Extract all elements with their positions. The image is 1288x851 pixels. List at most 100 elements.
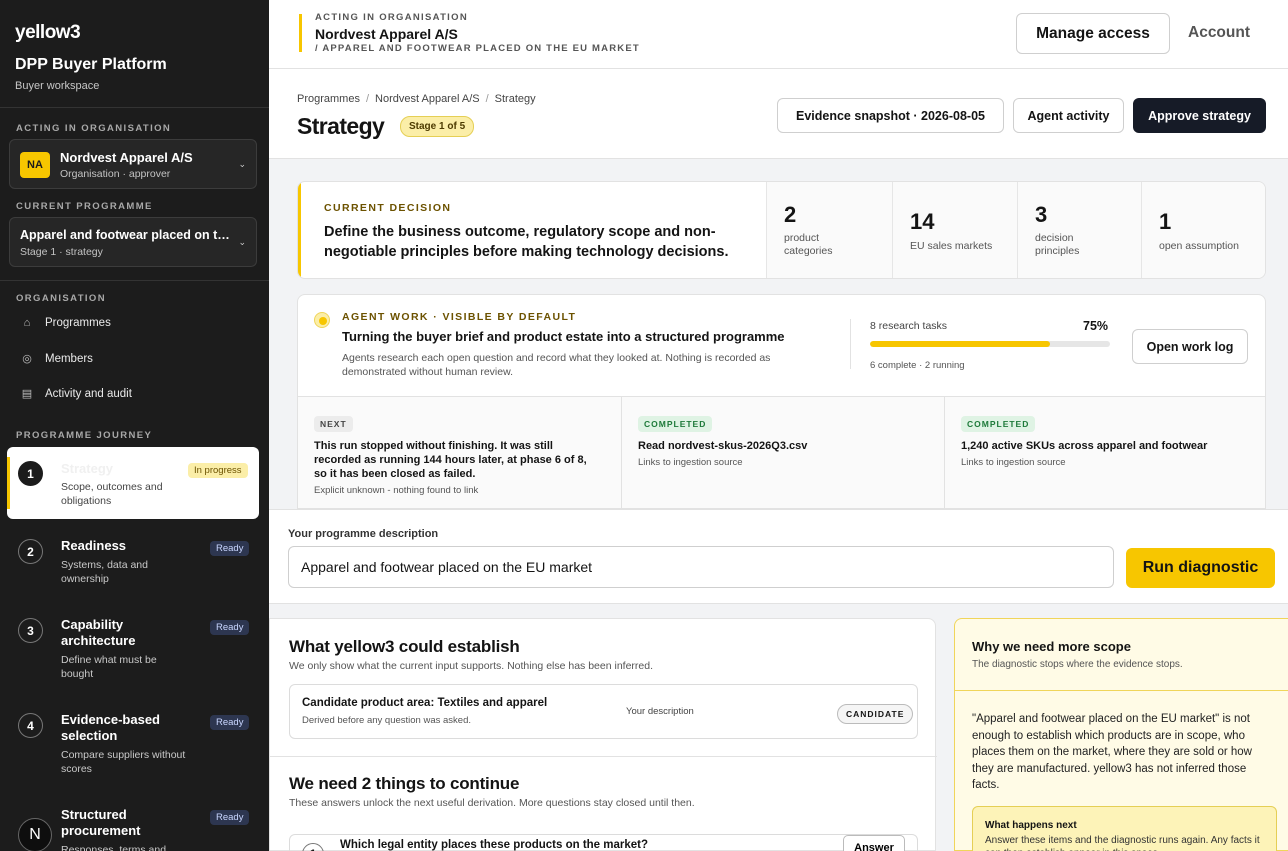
step-title: Readiness: [61, 538, 127, 553]
establish-subtitle: We only show what the current input supp…: [289, 660, 654, 672]
step-title: Strategy: [61, 461, 114, 476]
app-title: DPP Buyer Platform: [15, 56, 167, 73]
sidebar-divider: [0, 107, 269, 108]
stat-product-categories: 2 product categories: [766, 182, 892, 278]
stat-label: product categories: [784, 232, 833, 257]
org-switcher[interactable]: NA Nordvest Apparel A/S Organisation · a…: [9, 139, 257, 189]
step-desc: Scope, outcomes and obligations: [61, 481, 163, 507]
why-title: Why we need more scope: [972, 639, 1131, 654]
programme-caption: CURRENT PROGRAMME: [16, 201, 153, 212]
task-note: Explicit unknown - nothing found to link: [314, 485, 479, 496]
agent-activity-button[interactable]: Agent activity: [1013, 98, 1124, 133]
stat-value: 14: [910, 209, 935, 234]
step-title: Capability architecture: [61, 617, 136, 648]
nav-members[interactable]: ◎ Members: [20, 352, 93, 366]
candidate-source: Your description: [626, 706, 694, 717]
step-number: 4: [18, 713, 43, 738]
candidate-subtitle: Derived before any question was asked.: [302, 715, 471, 726]
nav-activity-audit[interactable]: ▤ Activity and audit: [20, 387, 132, 401]
open-work-log-button[interactable]: Open work log: [1132, 329, 1248, 364]
task-card[interactable]: COMPLETED Read nordvest-skus-2026Q3.csv …: [621, 397, 944, 508]
agent-work-panel: AGENT WORK · VISIBLE BY DEFAULT Turning …: [297, 294, 1266, 509]
task-card[interactable]: COMPLETED 1,240 active SKUs across appar…: [944, 397, 1265, 508]
candidate-card[interactable]: Candidate product area: Textiles and app…: [289, 684, 918, 739]
candidate-title: Candidate product area: Textiles and app…: [302, 697, 548, 709]
breadcrumb-org[interactable]: Nordvest Apparel A/S: [375, 93, 480, 105]
programme-subtitle: / APPAREL AND FOOTWEAR PLACED ON THE EU …: [315, 43, 640, 54]
nav-label: Members: [45, 352, 93, 365]
task-text: 1,240 active SKUs across apparel and foo…: [961, 440, 1208, 452]
account-link[interactable]: Account: [1188, 24, 1250, 42]
step-title: Evidence-based selection: [61, 712, 160, 743]
step-desc: Define what must be bought: [61, 654, 157, 680]
journey-step-readiness[interactable]: 2 Readiness Systems, data and ownership …: [0, 538, 269, 598]
approve-strategy-button[interactable]: Approve strategy: [1133, 98, 1266, 133]
need-subtitle: These answers unlock the next useful der…: [289, 797, 695, 809]
nav-label: Programmes: [45, 317, 111, 329]
task-note: Links to ingestion source: [961, 457, 1066, 468]
assistant-bubble[interactable]: N: [18, 818, 52, 851]
next-text: Answer these items and the diagnostic ru…: [985, 835, 1260, 851]
org-name: Nordvest Apparel A/S: [315, 26, 458, 42]
status-badge: Ready: [210, 810, 250, 825]
task-card[interactable]: NEXT This run stopped without finishing.…: [298, 397, 621, 508]
accent-bar: [299, 14, 302, 52]
step-desc: Responses, terms and: [61, 844, 167, 851]
progress-bar: [870, 341, 1110, 347]
manage-access-button[interactable]: Manage access: [1016, 13, 1170, 54]
question-text: Which legal entity places these products…: [340, 839, 649, 851]
establish-panel: What yellow3 could establish We only sho…: [269, 618, 937, 851]
sidebar-divider: [0, 280, 269, 281]
journey-step-capability[interactable]: 3 Capability architecture Define what mu…: [0, 617, 269, 687]
stat-label: EU sales markets: [910, 240, 993, 252]
task-status-badge: COMPLETED: [638, 416, 713, 432]
brand-logo[interactable]: yellow3: [15, 22, 81, 44]
question-item: 1 Which legal entity places these produc…: [289, 834, 918, 851]
breadcrumb-separator: /: [485, 93, 489, 105]
chevron-down-icon: ⌄: [238, 237, 246, 247]
accent-bar: [298, 182, 301, 278]
stat-value: 2: [784, 202, 797, 227]
evidence-snapshot-button[interactable]: Evidence snapshot · 2026-08-05: [777, 98, 1004, 133]
programme-switcher[interactable]: Apparel and footwear placed on the EU ma…: [9, 217, 257, 267]
breadcrumb: Programmes / Nordvest Apparel A/S / Strategy: [297, 93, 536, 105]
description-input[interactable]: [288, 546, 1114, 588]
agent-description: Agents research each open question and r…: [342, 352, 771, 378]
progress-fill: [870, 341, 1050, 347]
org-name: Nordvest Apparel A/S: [60, 150, 193, 165]
step-desc: Compare suppliers without scores: [61, 749, 186, 775]
need-title: We need 2 things to continue: [289, 774, 520, 793]
why-more-scope-panel: Why we need more scope The diagnostic st…: [954, 618, 1288, 851]
agent-task-list: NEXT This run stopped without finishing.…: [298, 396, 1265, 508]
breadcrumb-programmes[interactable]: Programmes: [297, 93, 360, 105]
journey-step-strategy[interactable]: 1 Strategy Scope, outcomes and obligatio…: [7, 447, 259, 519]
programme-name: Apparel and footwear placed on the EU ma…: [20, 228, 235, 242]
research-task-count: 8 research tasks: [870, 320, 948, 332]
stage-badge: Stage 1 of 5: [400, 116, 475, 137]
organisation-caption: ORGANISATION: [16, 293, 106, 304]
journey-step-selection[interactable]: 4 Evidence-based selection Compare suppl…: [0, 712, 269, 782]
answer-button[interactable]: Answer: [843, 835, 905, 851]
divider: [850, 319, 851, 369]
next-title: What happens next: [985, 820, 1077, 831]
step-desc: Systems, data and ownership: [61, 559, 148, 585]
top-bar: ACTING IN ORGANISATION Nordvest Apparel …: [269, 0, 1288, 69]
running-indicator-icon: [314, 312, 330, 328]
members-icon: ◎: [22, 353, 32, 365]
acting-caption: ACTING IN ORGANISATION: [16, 123, 172, 134]
home-icon: ⌂: [23, 317, 31, 329]
what-happens-next-box: What happens next Answer these items and…: [972, 806, 1277, 851]
run-diagnostic-button[interactable]: Run diagnostic: [1126, 548, 1275, 588]
chevron-down-icon: ⌄: [238, 159, 246, 169]
stat-label: decision principles: [1035, 232, 1080, 257]
agent-caption: AGENT WORK · VISIBLE BY DEFAULT: [342, 311, 577, 323]
progress-percent: 75%: [1083, 319, 1109, 333]
question-number: 1: [302, 843, 324, 851]
decision-caption: CURRENT DECISION: [324, 202, 452, 214]
programme-description-form: Your programme description Run diagnosti…: [269, 509, 1288, 604]
task-status-badge: COMPLETED: [961, 416, 1036, 432]
status-badge: Ready: [210, 620, 250, 635]
step-number: 2: [18, 539, 43, 564]
stat-open-assumption: 1 open assumption: [1141, 182, 1265, 278]
nav-programmes[interactable]: ⌂ Programmes: [20, 317, 111, 329]
